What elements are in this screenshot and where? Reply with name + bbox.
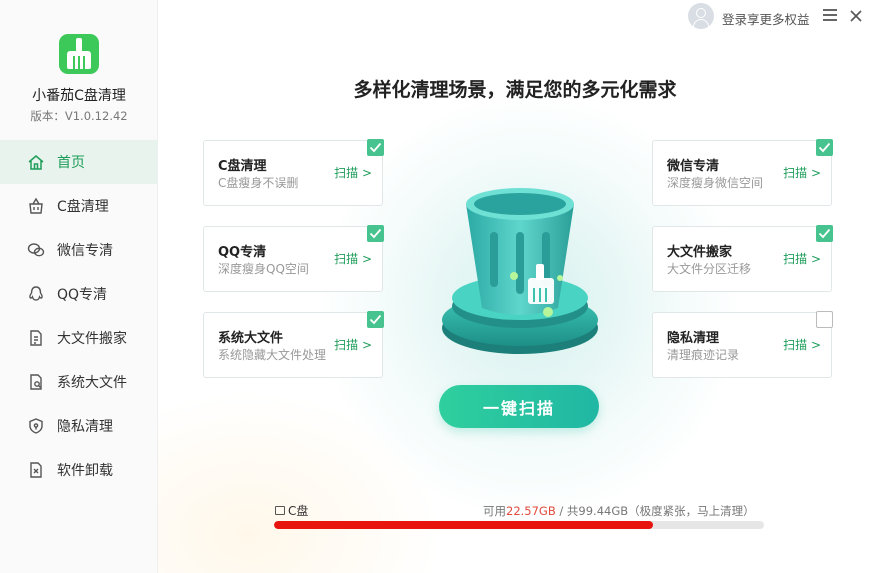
sidebar-item-label: C盘清理 bbox=[57, 199, 109, 215]
menu-icon[interactable] bbox=[823, 9, 837, 23]
qq-icon bbox=[27, 285, 45, 303]
sidebar-item-qq[interactable]: QQ专清 bbox=[0, 272, 158, 316]
sidebar-item-label: 大文件搬家 bbox=[57, 331, 127, 347]
sidebar-item-large-file-move[interactable]: 大文件搬家 bbox=[0, 316, 158, 360]
card-title: C盘清理 bbox=[218, 159, 267, 174]
card-system-large-file[interactable]: 系统大文件 系统隐藏大文件处理 扫描 > bbox=[203, 311, 384, 378]
sidebar-item-label: QQ专清 bbox=[57, 287, 108, 303]
checkbox-checked[interactable] bbox=[367, 311, 384, 328]
disk-usage-info: 可用22.57GB / 共99.44GB（极度紧张，马上清理） bbox=[483, 503, 755, 519]
checkbox-checked[interactable] bbox=[367, 139, 384, 156]
card-large-file-move[interactable]: 大文件搬家 大文件分区迁移 扫描 > bbox=[652, 225, 833, 292]
disk-free-prefix: 可用 bbox=[483, 504, 506, 518]
page-title: 多样化清理场景，满足您的多元化需求 bbox=[353, 79, 677, 101]
disk-usage-bar bbox=[274, 521, 764, 529]
card-title: 大文件搬家 bbox=[667, 245, 733, 260]
home-icon bbox=[27, 153, 45, 171]
card-title: 微信专清 bbox=[667, 159, 720, 174]
scan-link[interactable]: 扫描 > bbox=[334, 164, 372, 181]
card-title: QQ专清 bbox=[218, 245, 267, 260]
scan-link[interactable]: 扫描 > bbox=[783, 164, 821, 181]
disk-label: C盘 bbox=[275, 502, 308, 519]
card-subtitle: 大文件分区迁移 bbox=[667, 262, 752, 276]
card-wechat-clean[interactable]: 微信专清 深度瘦身微信空间 扫描 > bbox=[652, 139, 833, 206]
checkbox-checked[interactable] bbox=[816, 139, 833, 156]
system-file-icon bbox=[27, 373, 45, 391]
uninstall-icon bbox=[27, 461, 45, 479]
app-name: 小番茄C盘清理 bbox=[32, 88, 126, 104]
close-icon[interactable] bbox=[848, 8, 864, 24]
sidebar-item-label: 软件卸载 bbox=[57, 463, 113, 479]
app-version: 版本：V1.0.12.42 bbox=[30, 109, 128, 123]
one-click-scan-button[interactable]: 一键扫描 bbox=[439, 385, 599, 428]
scan-link[interactable]: 扫描 > bbox=[783, 336, 821, 353]
checkbox-checked[interactable] bbox=[816, 225, 833, 242]
card-title: 隐私清理 bbox=[667, 331, 720, 346]
sidebar-item-wechat[interactable]: 微信专清 bbox=[0, 228, 158, 272]
sidebar-item-label: 系统大文件 bbox=[57, 375, 127, 391]
card-privacy-clean[interactable]: 隐私清理 清理痕迹记录 扫描 > bbox=[652, 311, 833, 378]
wechat-icon bbox=[27, 241, 45, 259]
basket-icon bbox=[27, 197, 45, 215]
sidebar-nav: 首页 C盘清理 微信专清 QQ专清 大文件搬家 系统大文件 隐私清理 软件卸载 bbox=[0, 140, 158, 492]
card-subtitle: 深度瘦身微信空间 bbox=[667, 176, 764, 190]
sidebar-item-label: 首页 bbox=[57, 155, 85, 171]
disk-free-value: 22.57GB bbox=[506, 504, 556, 518]
trash-can-illustration bbox=[442, 188, 598, 354]
card-c-clean[interactable]: C盘清理 C盘瘦身不误删 扫描 > bbox=[203, 139, 384, 206]
card-subtitle: 系统隐藏大文件处理 bbox=[218, 348, 327, 362]
card-subtitle: 清理痕迹记录 bbox=[667, 348, 740, 362]
disk-icon bbox=[275, 506, 285, 515]
sidebar-item-label: 隐私清理 bbox=[57, 419, 113, 435]
scan-link[interactable]: 扫描 > bbox=[334, 250, 372, 267]
scan-link[interactable]: 扫描 > bbox=[783, 250, 821, 267]
disk-name: C盘 bbox=[288, 504, 309, 518]
card-title: 系统大文件 bbox=[218, 331, 284, 346]
disk-usage-bar-fill bbox=[274, 521, 653, 529]
sidebar-item-c-clean[interactable]: C盘清理 bbox=[0, 184, 158, 228]
sidebar-item-uninstall[interactable]: 软件卸载 bbox=[0, 448, 158, 492]
avatar-icon[interactable] bbox=[688, 3, 714, 29]
sidebar-item-privacy[interactable]: 隐私清理 bbox=[0, 404, 158, 448]
file-move-icon bbox=[27, 329, 45, 347]
checkbox-unchecked[interactable] bbox=[816, 311, 833, 328]
sidebar-item-label: 微信专清 bbox=[57, 243, 113, 259]
card-subtitle: 深度瘦身QQ空间 bbox=[218, 262, 309, 276]
scan-link[interactable]: 扫描 > bbox=[334, 336, 372, 353]
app-logo-icon bbox=[59, 34, 99, 74]
login-link[interactable]: 登录享更多权益 bbox=[722, 9, 810, 28]
sidebar-item-home[interactable]: 首页 bbox=[0, 140, 158, 184]
shield-icon bbox=[27, 417, 45, 435]
card-qq-clean[interactable]: QQ专清 深度瘦身QQ空间 扫描 > bbox=[203, 225, 384, 292]
card-subtitle: C盘瘦身不误删 bbox=[218, 176, 299, 190]
disk-total: / 共99.44GB（极度紧张，马上清理） bbox=[555, 504, 755, 518]
sidebar: 小番茄C盘清理 版本：V1.0.12.42 首页 C盘清理 微信专清 QQ专清 bbox=[0, 0, 158, 573]
sidebar-item-system-large-file[interactable]: 系统大文件 bbox=[0, 360, 158, 404]
checkbox-checked[interactable] bbox=[367, 225, 384, 242]
